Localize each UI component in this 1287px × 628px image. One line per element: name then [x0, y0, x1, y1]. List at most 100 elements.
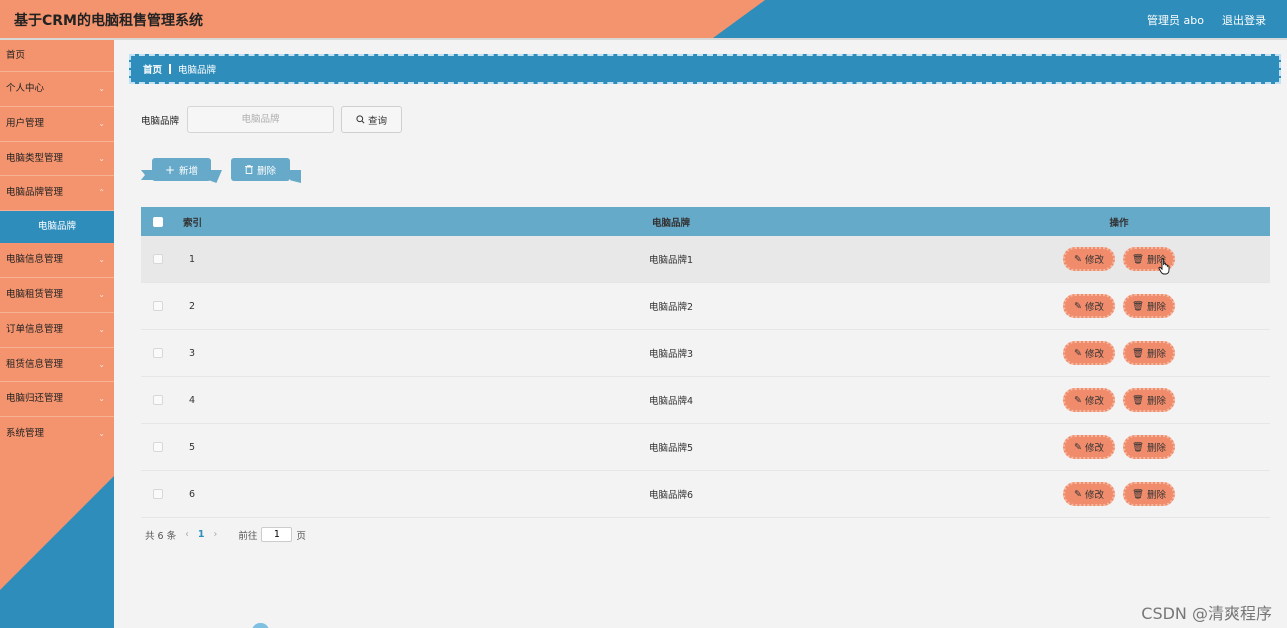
delete-button[interactable]: 🗑 删除	[1123, 294, 1175, 318]
row-index: 4	[189, 394, 196, 406]
sidebar-item-info-management[interactable]: 电脑信息管理 ⌄	[0, 243, 114, 278]
sidebar-item-order-management[interactable]: 订单信息管理 ⌄	[0, 313, 114, 348]
row-ops: ✎ 修改 🗑 删除	[967, 482, 1270, 506]
sidebar-item-personal-center[interactable]: 个人中心 ⌄	[0, 72, 114, 107]
delete-button-label: 删除	[1147, 349, 1167, 360]
edit-button[interactable]: ✎ 修改	[1063, 482, 1115, 506]
sidebar-item-lease-management[interactable]: 租赁信息管理 ⌄	[0, 348, 114, 383]
header-ops: 操作	[1109, 217, 1129, 229]
row-brand: 电脑品牌4	[648, 396, 694, 407]
sidebar-item-label: 电脑品牌管理	[6, 187, 64, 199]
next-page-icon[interactable]: ›	[214, 529, 218, 540]
chevron-up-icon: ⌃	[98, 188, 105, 198]
sidebar-item-home[interactable]: 首页	[0, 40, 114, 72]
sidebar-item-system-management[interactable]: 系统管理 ⌄	[0, 417, 114, 452]
top-header: 基于CRM的电脑租售管理系统 管理员 abo 退出登录	[0, 0, 1287, 38]
table-row: 6 电脑品牌6 ✎ 修改 🗑 删除	[141, 471, 1270, 518]
delete-button-label: 删除	[256, 165, 276, 177]
row-checkbox-cell	[141, 254, 175, 264]
delete-button[interactable]: 🗑 删除	[1123, 341, 1175, 365]
row-ops: ✎ 修改 🗑 删除	[967, 388, 1270, 412]
chevron-down-icon: ⌄	[98, 255, 105, 265]
pagination: 共 6 条 ‹ 1 › 前往 页	[145, 527, 306, 542]
edit-button[interactable]: ✎ 修改	[1063, 294, 1115, 318]
row-ops: ✎ 修改 🗑 删除	[967, 435, 1270, 459]
row-checkbox[interactable]	[153, 395, 163, 405]
row-checkbox[interactable]	[153, 489, 163, 499]
sidebar-item-rental-management[interactable]: 电脑租赁管理 ⌄	[0, 278, 114, 313]
sidebar-item-label: 系统管理	[6, 428, 45, 440]
edit-button-label: 修改	[1084, 349, 1104, 360]
prev-page-icon[interactable]: ‹	[185, 529, 189, 540]
add-button-label: 新增	[179, 165, 199, 177]
edit-button[interactable]: ✎ 修改	[1063, 247, 1115, 271]
edit-button-label: 修改	[1084, 396, 1104, 407]
sidebar-item-return-management[interactable]: 电脑归还管理 ⌄	[0, 382, 114, 418]
goto-page-input[interactable]	[261, 527, 293, 542]
page-number-current[interactable]: 1	[198, 529, 205, 540]
row-checkbox[interactable]	[153, 442, 163, 452]
row-brand: 电脑品牌2	[648, 302, 694, 313]
edit-button[interactable]: ✎ 修改	[1063, 435, 1115, 459]
row-index: 2	[189, 300, 196, 312]
trash-icon: 🗑	[1131, 394, 1145, 406]
chevron-down-icon: ⌄	[98, 429, 105, 439]
delete-button[interactable]: 🗑 删除	[1123, 388, 1175, 412]
sidebar-item-user-management[interactable]: 用户管理 ⌄	[0, 107, 114, 142]
chevron-down-icon: ⌄	[98, 359, 105, 369]
hand-cursor-icon	[1158, 258, 1170, 275]
search-row: 电脑品牌 查询	[141, 106, 403, 133]
brand-search-input[interactable]	[187, 106, 335, 133]
search-button-label: 查询	[368, 115, 388, 127]
row-checkbox[interactable]	[153, 348, 163, 358]
row-ops: ✎ 修改 🗑 删除	[967, 247, 1270, 271]
pencil-icon: ✎	[1074, 441, 1082, 453]
total-count: 共 6 条	[145, 530, 177, 542]
sidebar-item-type-management[interactable]: 电脑类型管理 ⌄	[0, 142, 114, 177]
search-button[interactable]: 查询	[341, 106, 403, 133]
sidebar-item-label: 电脑租赁管理	[6, 288, 64, 300]
header-brand: 电脑品牌	[651, 217, 690, 229]
logout-link[interactable]: 退出登录	[1222, 12, 1266, 28]
batch-delete-button[interactable]: 删除	[231, 158, 290, 181]
trash-icon: 🗑	[1131, 488, 1145, 500]
sidebar: 首页 个人中心 ⌄ 用户管理 ⌄ 电脑类型管理 ⌄ 电脑品牌管理 ⌃ 电脑品牌 电脑信息…	[0, 40, 114, 628]
breadcrumb-home[interactable]: 首页	[143, 62, 162, 76]
table-header: 索引 电脑品牌 操作	[141, 207, 1270, 236]
sidebar-item-label: 个人中心	[6, 83, 45, 94]
sidebar-item-label: 电脑类型管理	[6, 152, 64, 164]
table-row: 3 电脑品牌3 ✎ 修改 🗑 删除	[141, 330, 1270, 377]
goto-suffix: 页	[296, 530, 306, 542]
sidebar-subitem-brand[interactable]: 电脑品牌	[0, 211, 114, 244]
watermark: CSDN @清爽程序	[1141, 604, 1272, 623]
pencil-icon: ✎	[1074, 488, 1082, 500]
chevron-down-icon: ⌄	[98, 153, 105, 163]
sidebar-item-brand-management[interactable]: 电脑品牌管理 ⌃	[0, 176, 114, 212]
pencil-icon: ✎	[1074, 347, 1082, 359]
pencil-icon: ✎	[1074, 300, 1082, 312]
delete-button[interactable]: 🗑 删除	[1123, 435, 1175, 459]
header-user-area: 管理员 abo 退出登录	[1147, 12, 1266, 28]
breadcrumb-separator	[169, 64, 172, 74]
edit-button[interactable]: ✎ 修改	[1063, 341, 1115, 365]
table-row: 1 电脑品牌1 ✎ 修改 🗑 删除	[141, 236, 1270, 283]
select-all-checkbox[interactable]	[153, 216, 163, 227]
delete-button-label: 删除	[1147, 396, 1167, 407]
pencil-icon: ✎	[1074, 253, 1082, 265]
edit-button[interactable]: ✎ 修改	[1063, 388, 1115, 412]
row-brand: 电脑品牌3	[648, 349, 694, 360]
row-checkbox[interactable]	[153, 254, 163, 264]
add-button[interactable]: + 新增	[152, 158, 211, 181]
row-checkbox[interactable]	[153, 301, 163, 311]
header-checkbox-cell	[141, 216, 175, 227]
sidebar-item-label: 电脑归还管理	[6, 393, 64, 405]
sidebar-menu: 首页 个人中心 ⌄ 用户管理 ⌄ 电脑类型管理 ⌄ 电脑品牌管理 ⌃ 电脑品牌 电脑信息…	[0, 40, 114, 452]
edit-button-label: 修改	[1084, 443, 1104, 454]
chevron-down-icon: ⌄	[98, 394, 105, 404]
table-row: 5 电脑品牌5 ✎ 修改 🗑 删除	[141, 424, 1270, 471]
search-icon	[356, 115, 365, 124]
chevron-down-icon: ⌄	[98, 324, 105, 334]
row-brand: 电脑品牌5	[648, 443, 694, 454]
header-index: 索引	[183, 217, 203, 229]
delete-button[interactable]: 🗑 删除	[1123, 482, 1175, 506]
